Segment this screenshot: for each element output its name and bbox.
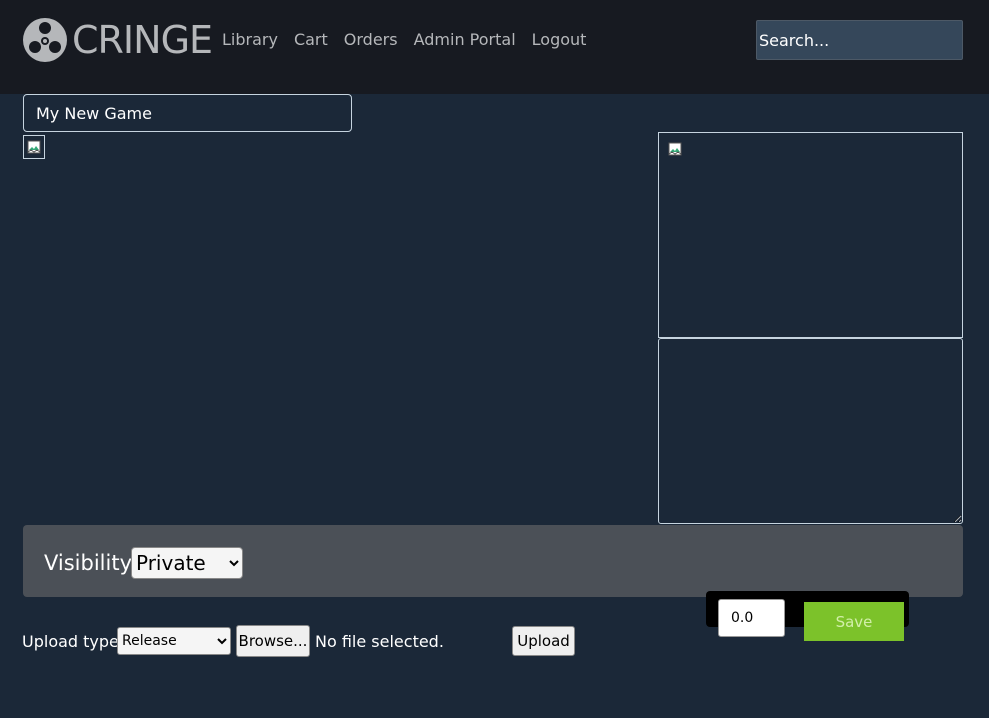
file-status-text: No file selected. — [315, 632, 444, 651]
nav-logout[interactable]: Logout — [532, 30, 587, 49]
media-preview-image[interactable] — [664, 137, 686, 161]
upload-type-select[interactable]: Release — [117, 627, 231, 655]
upload-button[interactable]: Upload — [512, 626, 575, 656]
top-navbar: CRINGE Library Cart Orders Admin Portal … — [0, 0, 989, 94]
browse-button[interactable]: Browse... — [236, 625, 310, 657]
broken-image-icon — [668, 142, 682, 156]
save-button[interactable]: Save — [804, 602, 904, 641]
nav-cart[interactable]: Cart — [294, 30, 328, 49]
upload-type-label: Upload type: — [22, 632, 125, 651]
nav-library[interactable]: Library — [222, 30, 278, 49]
logo-text: CRINGE — [72, 18, 213, 62]
nav-orders[interactable]: Orders — [344, 30, 398, 49]
search-input[interactable] — [756, 20, 963, 60]
site-logo[interactable]: CRINGE — [22, 17, 213, 63]
broken-image-icon — [27, 140, 41, 154]
fidget-spinner-icon — [23, 18, 67, 62]
game-title-input[interactable] — [23, 94, 352, 132]
visibility-select[interactable]: Private — [131, 547, 243, 579]
nav-admin-portal[interactable]: Admin Portal — [414, 30, 516, 49]
price-input[interactable] — [718, 599, 785, 637]
description-textarea[interactable] — [658, 338, 963, 524]
visibility-label: Visibility: — [44, 551, 138, 575]
main-nav: Library Cart Orders Admin Portal Logout — [222, 30, 602, 49]
game-cover-image[interactable] — [23, 135, 45, 159]
media-preview-frame — [658, 132, 963, 338]
visibility-panel: Visibility: Private — [23, 525, 963, 597]
